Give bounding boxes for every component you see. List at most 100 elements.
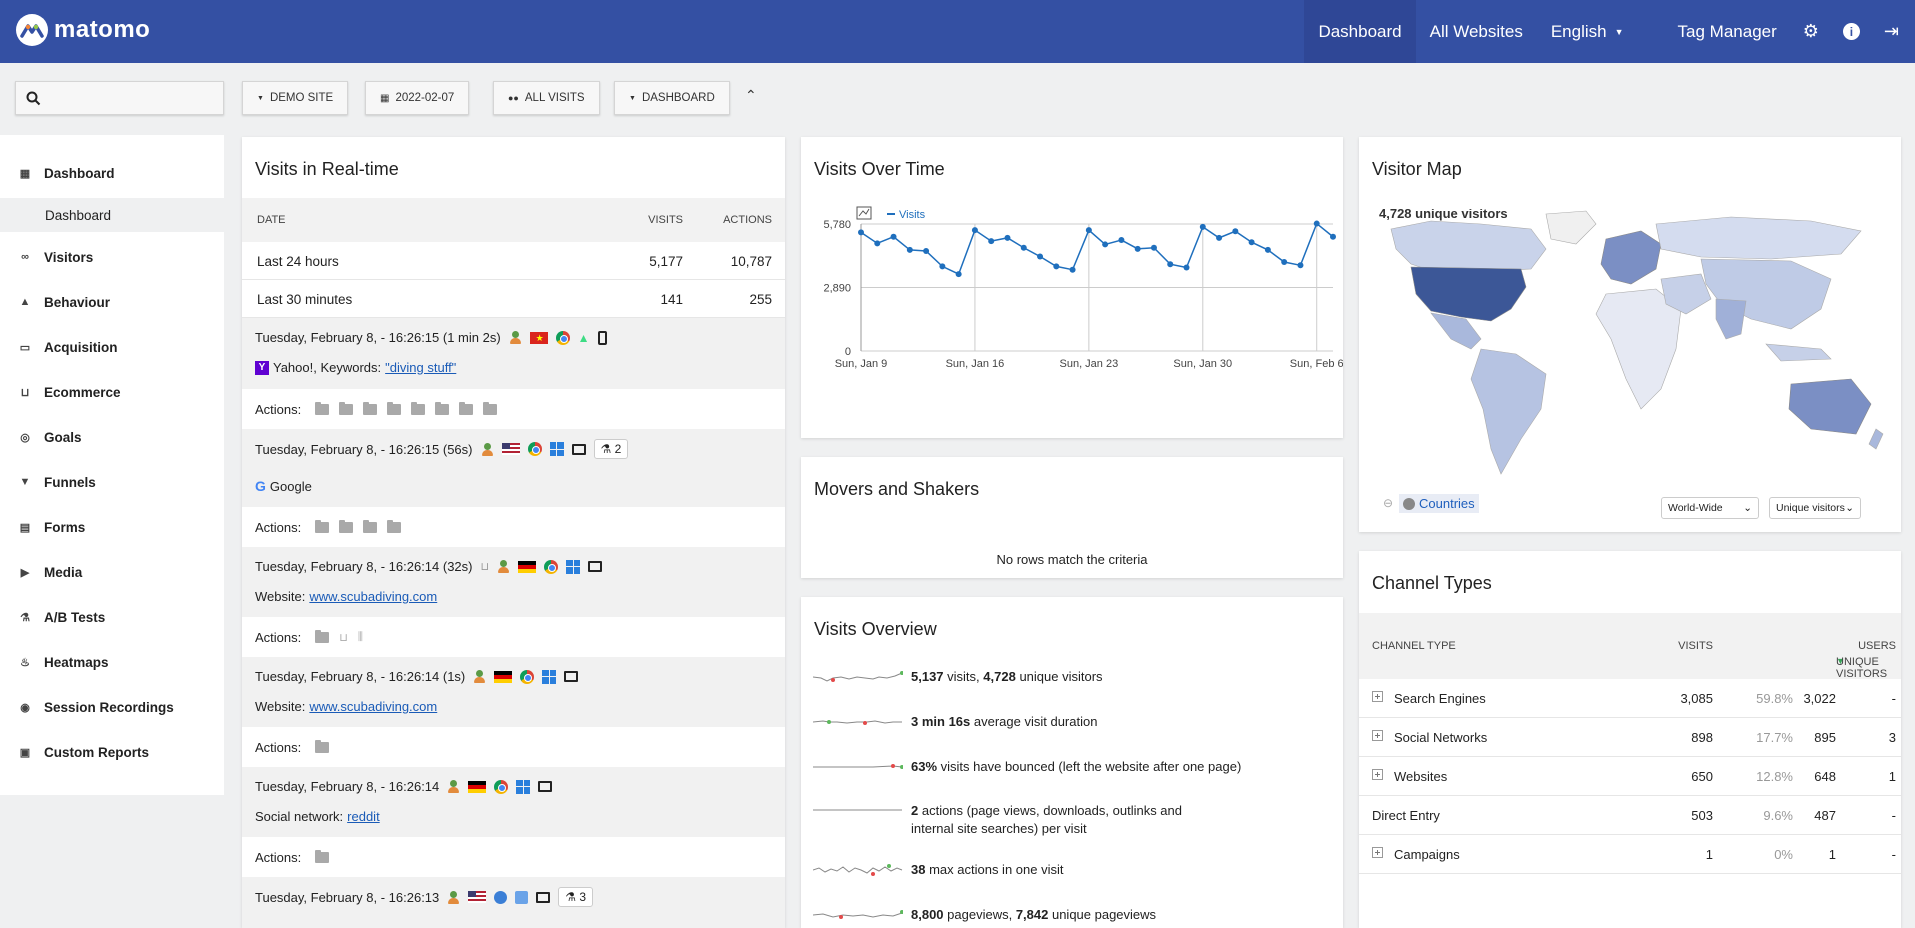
gear-icon[interactable]: ⚙ (1791, 0, 1831, 63)
metric-select[interactable]: Unique visitors ⌄ (1769, 497, 1861, 519)
data-point[interactable] (1102, 241, 1109, 248)
map-russia[interactable] (1655, 216, 1862, 260)
visit-entry[interactable]: Tuesday, February 8, - 16:26:15 (56s) ⚗ … (242, 429, 785, 507)
expand-icon[interactable] (1372, 769, 1383, 780)
table-row[interactable]: Direct Entry 503 9.6% 487 - (1359, 796, 1901, 835)
sparkline[interactable] (813, 714, 903, 730)
folder-icon[interactable] (363, 519, 378, 533)
collapse-icon[interactable]: ⌃ (745, 87, 757, 104)
data-point[interactable] (1313, 220, 1320, 227)
audio-icon[interactable]: ⫼ (358, 631, 363, 644)
sparkline[interactable] (813, 802, 903, 818)
map-usa[interactable] (1410, 266, 1527, 322)
col-channel-type[interactable]: CHANNEL TYPE (1372, 640, 1456, 652)
site-selector[interactable]: ▼ DEMO SITE (242, 81, 349, 115)
nav-all-websites[interactable]: All Websites (1416, 0, 1537, 63)
folder-icon[interactable] (339, 519, 354, 533)
folder-icon[interactable] (315, 401, 330, 415)
data-point[interactable] (1020, 244, 1027, 251)
map-australia[interactable] (1788, 378, 1872, 435)
sidebar-item-visitors[interactable]: ∞ Visitors (0, 240, 224, 274)
sidebar-item-ab-tests[interactable]: ⚗ A/B Tests (0, 600, 224, 634)
folder-icon[interactable] (315, 739, 330, 753)
visitor-profile-icon[interactable] (447, 780, 460, 793)
map-greenland[interactable] (1545, 210, 1597, 245)
sidebar-subitem-dashboard[interactable]: Dashboard (0, 198, 224, 232)
map-south-america[interactable] (1470, 348, 1547, 475)
sparkline[interactable] (813, 862, 903, 878)
folder-icon[interactable] (483, 401, 498, 415)
data-point[interactable] (971, 227, 978, 234)
sidebar-item-forms[interactable]: ▤ Forms (0, 510, 224, 544)
map-europe[interactable] (1600, 230, 1662, 285)
data-point[interactable] (874, 240, 881, 247)
expand-icon[interactable] (1372, 847, 1383, 858)
folder-icon[interactable] (459, 401, 474, 415)
sparkline[interactable] (813, 669, 903, 685)
folder-icon[interactable] (315, 629, 330, 643)
table-row[interactable]: Websites 650 12.8% 648 1 (1359, 757, 1901, 796)
visit-entry[interactable]: Tuesday, February 8, - 16:26:15 (1 min 2… (242, 318, 785, 389)
sparkline[interactable] (813, 907, 903, 923)
sidebar-item-custom-reports[interactable]: ▣ Custom Reports (0, 735, 224, 769)
data-point[interactable] (890, 233, 897, 240)
visitor-profile-icon[interactable] (447, 890, 460, 904)
data-point[interactable] (1216, 234, 1223, 241)
nav-tag-manager[interactable]: Tag Manager (1664, 0, 1791, 63)
sidebar-item-acquisition[interactable]: ▭ Acquisition (0, 330, 224, 364)
keyword-link[interactable]: "diving stuff" (385, 360, 456, 375)
expand-icon[interactable] (1372, 691, 1383, 702)
folder-icon[interactable] (363, 401, 378, 415)
sidebar-item-session-recordings[interactable]: ◉ Session Recordings (0, 690, 224, 724)
data-point[interactable] (988, 238, 995, 245)
data-point[interactable] (1248, 239, 1255, 246)
countries-toggle[interactable]: Countries (1399, 494, 1479, 513)
info-icon[interactable]: i (1831, 0, 1872, 63)
data-point[interactable] (1004, 234, 1011, 241)
table-row[interactable]: Social Networks 898 17.7% 895 3 (1359, 718, 1901, 757)
data-point[interactable] (1199, 223, 1206, 230)
col-users[interactable]: USERS (1858, 640, 1896, 652)
data-point[interactable] (1281, 259, 1288, 266)
data-point[interactable] (1118, 237, 1125, 244)
data-point[interactable] (1330, 233, 1336, 240)
segment-selector[interactable]: ●● ALL VISITS (493, 81, 600, 115)
visit-entry[interactable]: Tuesday, February 8, - 16:26:14 Social n… (242, 767, 785, 837)
cart-icon[interactable]: ⊔ (339, 631, 348, 644)
map-canada[interactable] (1390, 220, 1547, 275)
visit-entry[interactable]: Tuesday, February 8, - 16:26:14 (1s) Web… (242, 657, 785, 727)
folder-icon[interactable] (315, 519, 330, 533)
data-point[interactable] (1264, 246, 1271, 253)
ab-test-badge[interactable]: ⚗ 2 (593, 439, 629, 459)
table-row[interactable]: Search Engines 3,085 59.8% 3,022 - (1359, 679, 1901, 718)
data-point[interactable] (1069, 266, 1076, 273)
folder-icon[interactable] (411, 401, 426, 415)
dashboard-selector[interactable]: ▼ DASHBOARD (614, 81, 730, 115)
folder-icon[interactable] (435, 401, 450, 415)
data-point[interactable] (1134, 245, 1141, 252)
folder-icon[interactable] (387, 519, 402, 533)
visitor-profile-icon[interactable] (497, 560, 510, 573)
data-point[interactable] (1232, 228, 1239, 235)
visit-entry[interactable]: Tuesday, February 8, - 16:26:14 (32s) ⊔ … (242, 547, 785, 617)
visit-entry[interactable]: Tuesday, February 8, - 16:26:13 ⚗ 3 (242, 877, 785, 928)
social-link[interactable]: reddit (347, 809, 380, 824)
folder-icon[interactable] (387, 401, 402, 415)
map-indonesia[interactable] (1765, 343, 1832, 362)
region-select[interactable]: World-Wide ⌄ (1661, 497, 1759, 519)
sidebar-item-funnels[interactable]: ▼ Funnels (0, 465, 224, 499)
ab-test-badge[interactable]: ⚗ 3 (558, 887, 594, 907)
data-point[interactable] (1150, 244, 1157, 251)
col-visits[interactable]: VISITS (1678, 640, 1713, 652)
sidebar-item-heatmaps[interactable]: ♨ Heatmaps (0, 645, 224, 679)
visits-line-chart[interactable]: Visits 5,780 2,890 0Sun, Jan 9 Sun, Jan 16 S… (801, 199, 1343, 439)
data-point[interactable] (1167, 261, 1174, 268)
visitor-profile-icon[interactable] (481, 442, 494, 456)
data-point[interactable] (1037, 253, 1044, 260)
world-map[interactable]: 4,728 unique visitors (1371, 209, 1891, 479)
sparkline[interactable] (813, 759, 903, 775)
search-input[interactable] (15, 81, 224, 115)
series-line-visits[interactable] (860, 222, 1334, 276)
zoom-out-icon[interactable]: ⊖ (1383, 496, 1393, 510)
sidebar-item-ecommerce[interactable]: ⊔ Ecommerce (0, 375, 224, 409)
